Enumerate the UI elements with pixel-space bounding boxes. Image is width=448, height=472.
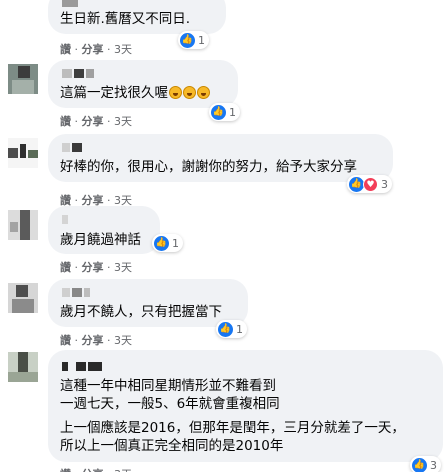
like-icon: 👍	[349, 176, 364, 192]
share-comment-link[interactable]: 分享	[82, 261, 104, 274]
reaction-count: 1	[172, 236, 179, 250]
comment-actions: 讚 · 分享 · 3天	[60, 334, 132, 347]
reaction-count: 1	[198, 33, 205, 47]
share-comment-link[interactable]: 分享	[82, 115, 104, 128]
comment-thread: 生日新.舊曆又不同日. 讚 · 分享 · 3天 👍 1 這篇一定找很久喔 讚 ·…	[0, 0, 448, 472]
reaction-count: 3	[381, 177, 388, 191]
love-icon: ♥	[363, 176, 378, 192]
share-comment-link[interactable]: 分享	[82, 468, 104, 472]
comment-text: 歲月饒過神話	[60, 232, 141, 248]
comment-text-line: 這種一年中相同星期情形並不難看到	[60, 378, 276, 394]
like-icon: 👍	[154, 235, 169, 251]
share-comment-link[interactable]: 分享	[82, 334, 104, 347]
comment-timestamp: 3天	[114, 468, 132, 472]
comment-text-body: 這篇一定找很久喔	[60, 85, 168, 101]
reaction-counter[interactable]: 👍 1	[216, 320, 247, 338]
comment-actions: 讚 · 分享 · 3天	[60, 43, 132, 56]
commenter-name-redacted	[62, 288, 92, 297]
comment-timestamp: 3天	[114, 261, 132, 274]
avatar[interactable]	[8, 352, 38, 382]
reaction-counter[interactable]: 👍 3	[410, 456, 441, 472]
like-comment-link[interactable]: 讚	[60, 261, 71, 274]
comment-actions: 讚 · 分享 · 3天	[60, 466, 132, 472]
commenter-name-redacted	[62, 362, 104, 371]
reaction-counter[interactable]: 👍 1	[209, 103, 240, 121]
comment-actions: 讚 · 分享 · 3天	[60, 261, 132, 274]
reaction-counter[interactable]: 👍 ♥ 3	[347, 175, 392, 193]
reaction-counter[interactable]: 👍 1	[178, 31, 209, 49]
like-icon: 👍	[211, 104, 226, 120]
commenter-name-redacted	[62, 0, 80, 7]
comment-text: 生日新.舊曆又不同日.	[60, 11, 191, 27]
comment-text: 好棒的你，很用心，謝謝你的努力，給予大家分享	[60, 159, 357, 175]
reaction-count: 3	[430, 458, 437, 472]
avatar[interactable]	[8, 138, 38, 168]
comment-text-line: 上一個應該是2016，但那年是閏年，三月分就差了一天，	[60, 420, 405, 436]
like-icon: 👍	[412, 457, 427, 472]
reaction-counter[interactable]: 👍 1	[152, 234, 183, 252]
share-comment-link[interactable]: 分享	[82, 43, 104, 56]
reaction-count: 1	[236, 322, 243, 336]
like-icon: 👍	[180, 32, 195, 48]
comment-text-line: 所以上一個真正完全相同的是2010年	[60, 438, 284, 454]
commenter-name-redacted	[62, 143, 84, 152]
comment-actions: 讚 · 分享 · 3天	[60, 115, 132, 128]
comment-text-line: 一週七天，一般5、6年就會重複相同	[60, 396, 280, 412]
laughing-emoji-icon	[183, 86, 196, 99]
comment-timestamp: 3天	[114, 43, 132, 56]
like-icon: 👍	[218, 321, 233, 337]
like-comment-link[interactable]: 讚	[60, 43, 71, 56]
comment-text: 歲月不饒人，只有把握當下	[60, 304, 222, 320]
avatar[interactable]	[8, 283, 38, 313]
comment-timestamp: 3天	[114, 115, 132, 128]
commenter-name-redacted	[62, 69, 96, 78]
like-comment-link[interactable]: 讚	[60, 115, 71, 128]
commenter-name-redacted	[62, 215, 70, 224]
like-comment-link[interactable]: 讚	[60, 334, 71, 347]
laughing-emoji-icon	[169, 86, 182, 99]
reaction-count: 1	[229, 105, 236, 119]
avatar[interactable]	[8, 64, 38, 94]
like-comment-link[interactable]: 讚	[60, 468, 71, 472]
laughing-emoji-icon	[197, 86, 210, 99]
comment-timestamp: 3天	[114, 334, 132, 347]
comment-text: 這篇一定找很久喔	[60, 84, 210, 102]
avatar[interactable]	[8, 210, 38, 240]
